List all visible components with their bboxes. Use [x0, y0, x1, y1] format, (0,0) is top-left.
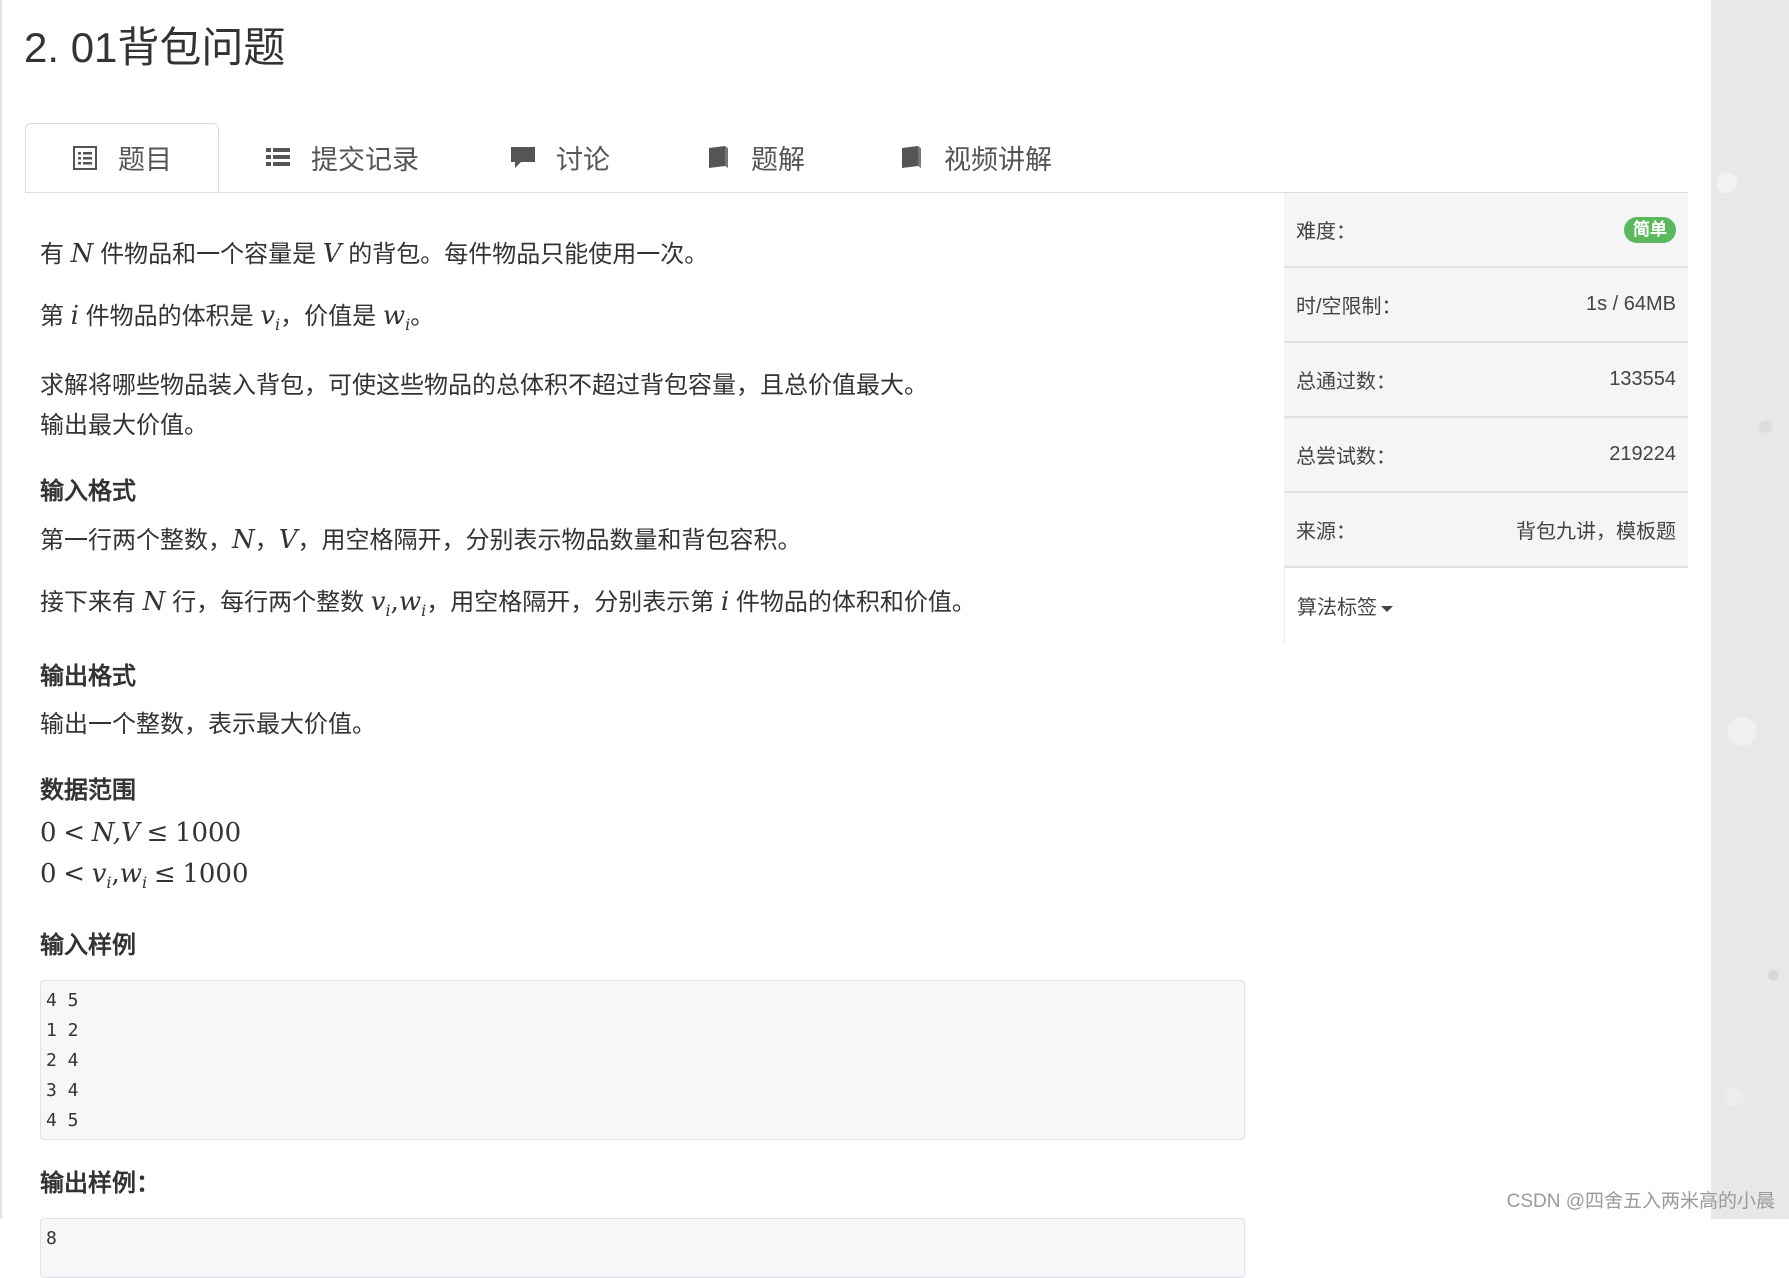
input-format-line: 第一行两个整数，N，V，用空格隔开，分别表示物品数量和背包容积。 [40, 524, 802, 555]
page-title: 2. 01背包问题 [24, 24, 286, 71]
passed-row: 总通过数： 133554 [1284, 343, 1688, 418]
tried-label: 总尝试数： [1296, 446, 1396, 468]
passed-label: 总通过数： [1296, 371, 1396, 393]
input-format-line: 接下来有 N 行，每行两个整数 vi,wi，用空格隔开，分别表示第 i 件物品的… [40, 586, 976, 620]
passed-value: 133554 [1609, 368, 1676, 390]
tab-label: 题解 [751, 144, 805, 175]
tab-label: 题目 [118, 145, 172, 175]
left-border [0, 0, 2, 1219]
source-label: 来源： [1296, 521, 1356, 543]
algorithm-tags-toggle[interactable]: 算法标签 [1297, 591, 1393, 620]
problem-info-panel: 难度： 简单 时/空限制： 1s / 64MB 总通过数： 133554 总尝试… [1284, 193, 1688, 643]
algorithm-tags-label: 算法标签 [1297, 597, 1377, 619]
list-alt-icon [72, 145, 98, 171]
tab-submissions[interactable]: 提交记录 [265, 123, 419, 191]
difficulty-badge: 简单 [1624, 216, 1676, 243]
tab-bar: 题目 提交记录 讨论 题解 视频讲解 [25, 123, 1688, 193]
algorithm-tags-dropdown[interactable]: 算法标签 [1284, 568, 1688, 643]
limit-label: 时/空限制： [1296, 296, 1402, 318]
data-range-line: 0 < N,V ≤ 1000 [40, 817, 242, 848]
limit-value: 1s / 64MB [1585, 293, 1676, 315]
tab-solutions[interactable]: 题解 [705, 123, 805, 191]
statement-line: 求解将哪些物品装入背包，可使这些物品的总体积不超过背包容量，且总价值最大。 [40, 371, 928, 399]
statement-line: 输出最大价值。 [40, 411, 208, 439]
output-format-line: 输出一个整数，表示最大价值。 [40, 710, 376, 738]
book-icon [898, 144, 924, 170]
comment-icon [510, 144, 536, 170]
sample-input-line: 4 5 [46, 1110, 79, 1132]
sample-input-box: 4 5 1 2 2 4 3 4 4 5 [40, 980, 1245, 1141]
sample-output-box: 8 [40, 1218, 1245, 1278]
source-row: 来源： 背包九讲，模板题 [1284, 493, 1688, 568]
limit-row: 时/空限制： 1s / 64MB [1284, 268, 1688, 343]
sample-output-heading: 输出样例： [40, 1170, 160, 1198]
sample-input-line: 3 4 [46, 1080, 79, 1102]
tab-problem[interactable]: 题目 [25, 123, 219, 192]
tried-row: 总尝试数： 219224 [1284, 418, 1688, 493]
caret-down-icon [1381, 605, 1393, 612]
tab-label: 提交记录 [311, 144, 419, 175]
tab-label: 视频讲解 [944, 144, 1052, 175]
watermark: CSDN @四舍五入两米高的小晨 [1506, 1191, 1775, 1212]
data-range-heading: 数据范围 [40, 776, 136, 804]
sample-output-line: 8 [46, 1228, 57, 1250]
input-format-heading: 输入格式 [40, 477, 136, 505]
sample-input-line: 4 5 [46, 990, 79, 1012]
statement-line: 第 i 件物品的体积是 vi，价值是 wi。 [40, 301, 435, 334]
data-range-line: 0 < vi,wi ≤ 1000 [40, 858, 249, 892]
output-format-heading: 输出格式 [40, 662, 136, 690]
sample-input-heading: 输入样例 [40, 932, 136, 960]
difficulty-label: 难度： [1296, 221, 1356, 243]
tab-discussion[interactable]: 讨论 [510, 123, 610, 191]
tab-label: 讨论 [556, 144, 610, 175]
source-value: 背包九讲，模板题 [1516, 521, 1676, 543]
tried-value: 219224 [1609, 443, 1676, 465]
difficulty-row: 难度： 简单 [1284, 193, 1688, 268]
background-texture [1711, 0, 1789, 1219]
sample-input-line: 2 4 [46, 1050, 79, 1072]
list-icon [265, 144, 291, 170]
book-icon [705, 144, 731, 170]
statement-line: 有 N 件物品和一个容量是 V 的背包。每件物品只能使用一次。 [40, 239, 709, 269]
tab-video[interactable]: 视频讲解 [898, 123, 1052, 191]
sample-input-line: 1 2 [46, 1020, 79, 1042]
problem-statement: 有 N 件物品和一个容量是 V 的背包。每件物品只能使用一次。 第 i 件物品的… [40, 230, 1245, 1278]
